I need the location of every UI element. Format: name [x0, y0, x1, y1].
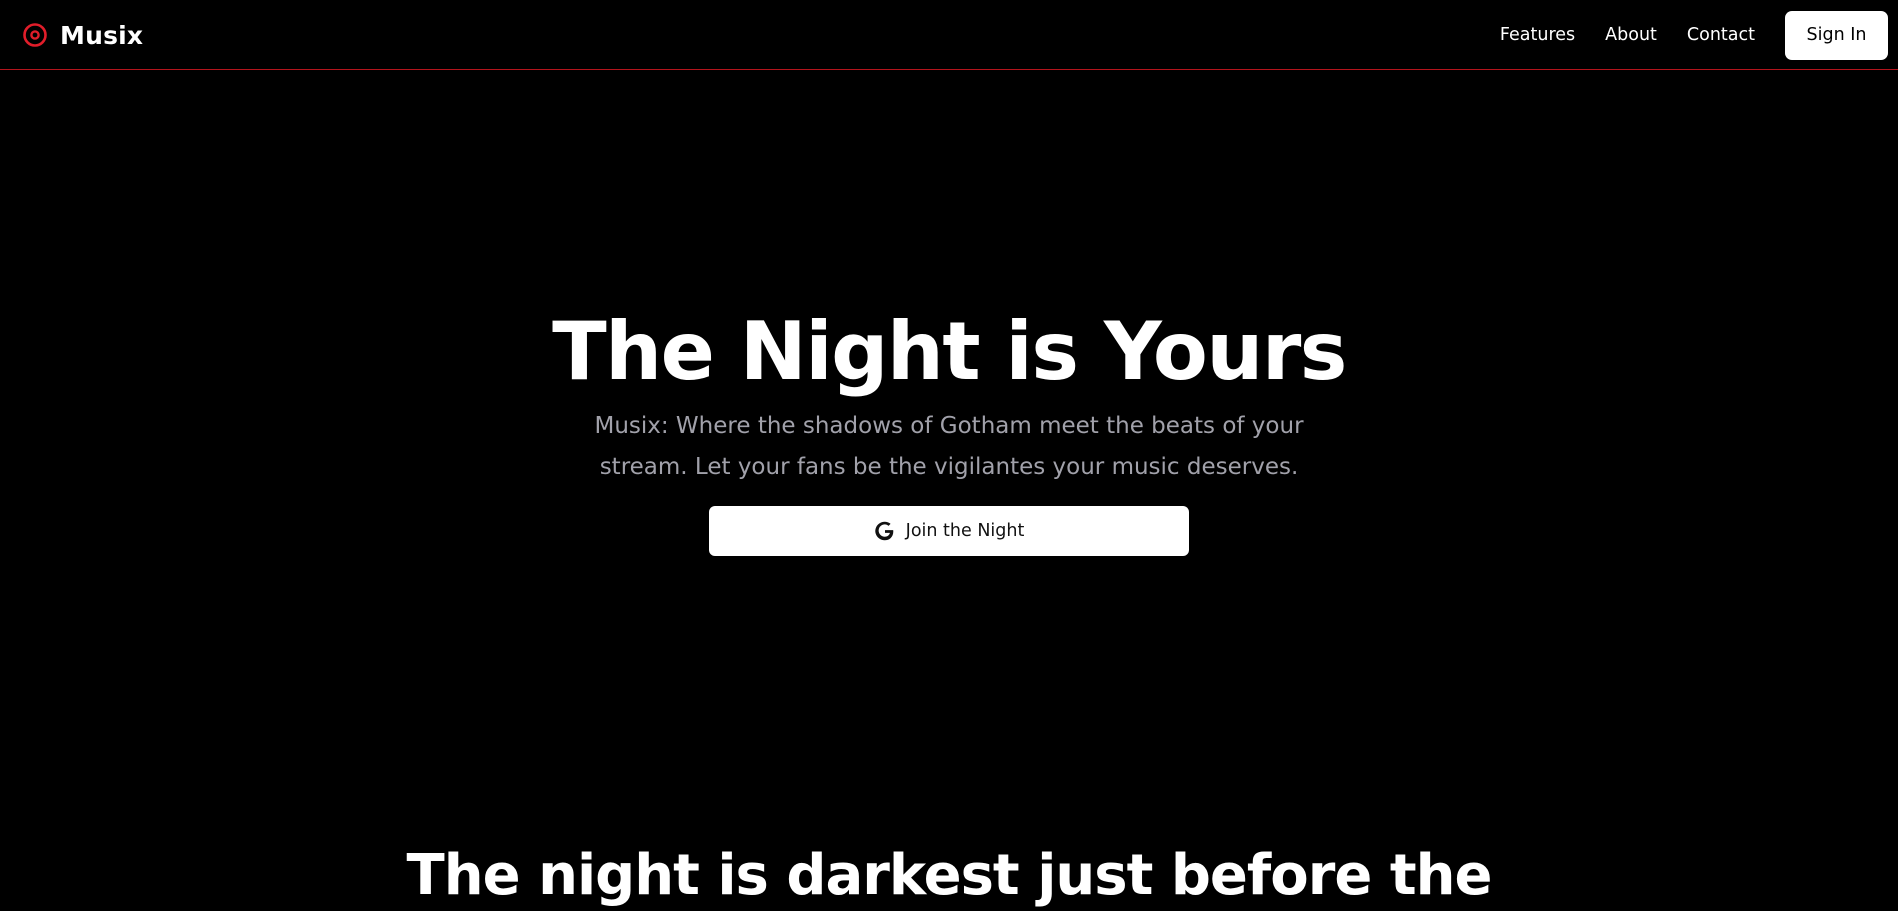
hero-subtitle: Musix: Where the shadows of Gotham meet … — [594, 413, 1304, 480]
hero-title: The Night is Yours — [552, 305, 1347, 398]
nav-link-contact[interactable]: Contact — [1687, 25, 1755, 45]
hero-section: The Night is Yours Musix: Where the shad… — [0, 298, 1898, 556]
record-icon — [23, 23, 47, 47]
sign-in-button[interactable]: Sign In — [1785, 10, 1888, 60]
nav-link-about[interactable]: About — [1605, 25, 1657, 45]
join-the-night-label: Join the Night — [905, 521, 1025, 541]
google-icon — [874, 521, 894, 541]
brand-name: Musix — [60, 20, 144, 50]
nav-link-features[interactable]: Features — [1500, 25, 1575, 45]
join-the-night-button[interactable]: Join the Night — [709, 506, 1189, 556]
brand[interactable]: Musix — [22, 0, 143, 70]
top-navbar: Musix Features About Contact Sign In — [0, 0, 1898, 70]
nav-links: Features About Contact Sign In — [1500, 0, 1888, 70]
section-heading: The night is darkest just before the — [406, 843, 1493, 909]
